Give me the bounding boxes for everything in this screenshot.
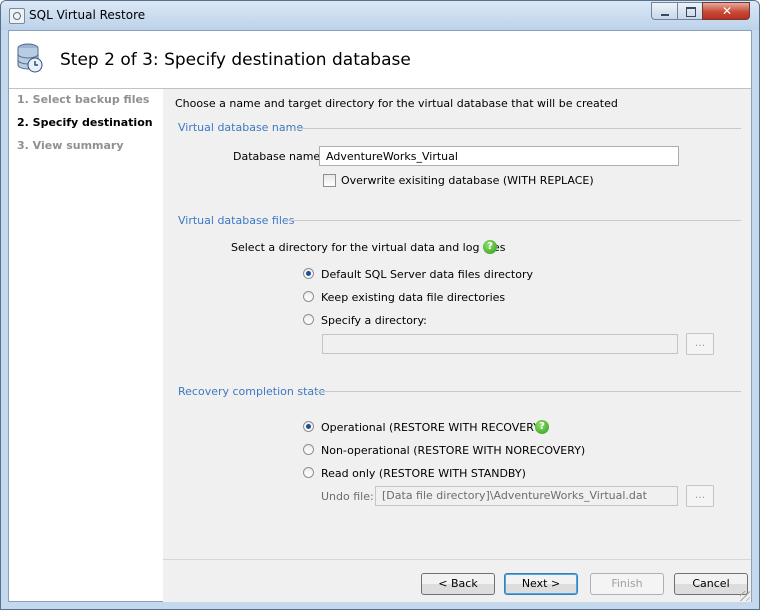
next-button[interactable]: Next > — [504, 573, 578, 595]
step-select-backup-files[interactable]: 1. Select backup files — [17, 93, 149, 106]
radio-specify-directory[interactable] — [303, 314, 314, 325]
wizard-header: Step 2 of 3: Specify destination databas… — [9, 31, 751, 89]
default-directory-label[interactable]: Default SQL Server data files directory — [321, 268, 533, 281]
wizard-client: Step 2 of 3: Specify destination databas… — [8, 30, 752, 602]
help-icon[interactable]: ? — [483, 240, 497, 254]
minimize-icon — [661, 14, 669, 16]
app-window: SQL Virtual Restore ✕ Step 2 of 3: Speci… — [0, 0, 760, 610]
radio-operational[interactable] — [303, 421, 314, 432]
database-name-label: Database name: — [233, 150, 324, 163]
directory-prompt: Select a directory for the virtual data … — [231, 241, 506, 254]
radio-non-operational[interactable] — [303, 444, 314, 455]
cancel-button[interactable]: Cancel — [674, 573, 748, 595]
radio-default-directory[interactable] — [303, 268, 314, 279]
title-bar[interactable]: SQL Virtual Restore ✕ — [1, 1, 759, 30]
page-title: Step 2 of 3: Specify destination databas… — [60, 50, 411, 70]
finish-button[interactable]: Finish — [590, 573, 664, 595]
main-panel: Choose a name and target directory for t… — [163, 89, 751, 559]
group-title-files: Virtual database files — [178, 214, 295, 227]
step-specify-destination[interactable]: 2. Specify destination — [17, 116, 153, 129]
maximize-icon — [686, 7, 696, 17]
group-title-name: Virtual database name — [178, 121, 304, 134]
step-view-summary: 3. View summary — [17, 139, 124, 152]
divider — [297, 128, 741, 129]
close-button[interactable]: ✕ — [702, 2, 750, 20]
database-name-input[interactable] — [319, 146, 679, 166]
divider — [287, 220, 741, 221]
resize-grip-icon[interactable] — [740, 591, 750, 601]
radio-read-only[interactable] — [303, 467, 314, 478]
overwrite-checkbox[interactable] — [323, 174, 336, 187]
divider — [315, 391, 741, 392]
wizard-footer: < Back Next > Finish Cancel — [163, 559, 751, 602]
close-icon: ✕ — [722, 4, 733, 18]
group-title-recovery: Recovery completion state — [178, 385, 326, 398]
operational-label[interactable]: Operational (RESTORE WITH RECOVERY) — [321, 421, 544, 434]
directory-input[interactable] — [322, 334, 678, 354]
specify-directory-label[interactable]: Specify a directory: — [321, 314, 427, 327]
help-icon[interactable]: ? — [535, 420, 549, 434]
minimize-button[interactable] — [651, 2, 678, 20]
overwrite-label[interactable]: Overwrite exisiting database (WITH REPLA… — [341, 174, 594, 187]
intro-text: Choose a name and target directory for t… — [175, 97, 618, 110]
browse-directory-button[interactable]: ... — [686, 333, 714, 355]
app-icon — [9, 8, 25, 24]
undo-file-label: Undo file: — [321, 490, 374, 503]
browse-undo-file-button[interactable]: ... — [686, 485, 714, 507]
steps-sidebar: 1. Select backup files 2. Specify destin… — [9, 89, 163, 601]
radio-keep-existing[interactable] — [303, 291, 314, 302]
back-button[interactable]: < Back — [421, 573, 495, 595]
non-operational-label[interactable]: Non-operational (RESTORE WITH NORECOVERY… — [321, 444, 585, 457]
keep-existing-label[interactable]: Keep existing data file directories — [321, 291, 505, 304]
database-clock-icon — [17, 43, 43, 73]
undo-file-input[interactable] — [375, 486, 678, 506]
maximize-button[interactable] — [677, 2, 703, 20]
read-only-label[interactable]: Read only (RESTORE WITH STANDBY) — [321, 467, 526, 480]
window-title: SQL Virtual Restore — [29, 8, 146, 22]
